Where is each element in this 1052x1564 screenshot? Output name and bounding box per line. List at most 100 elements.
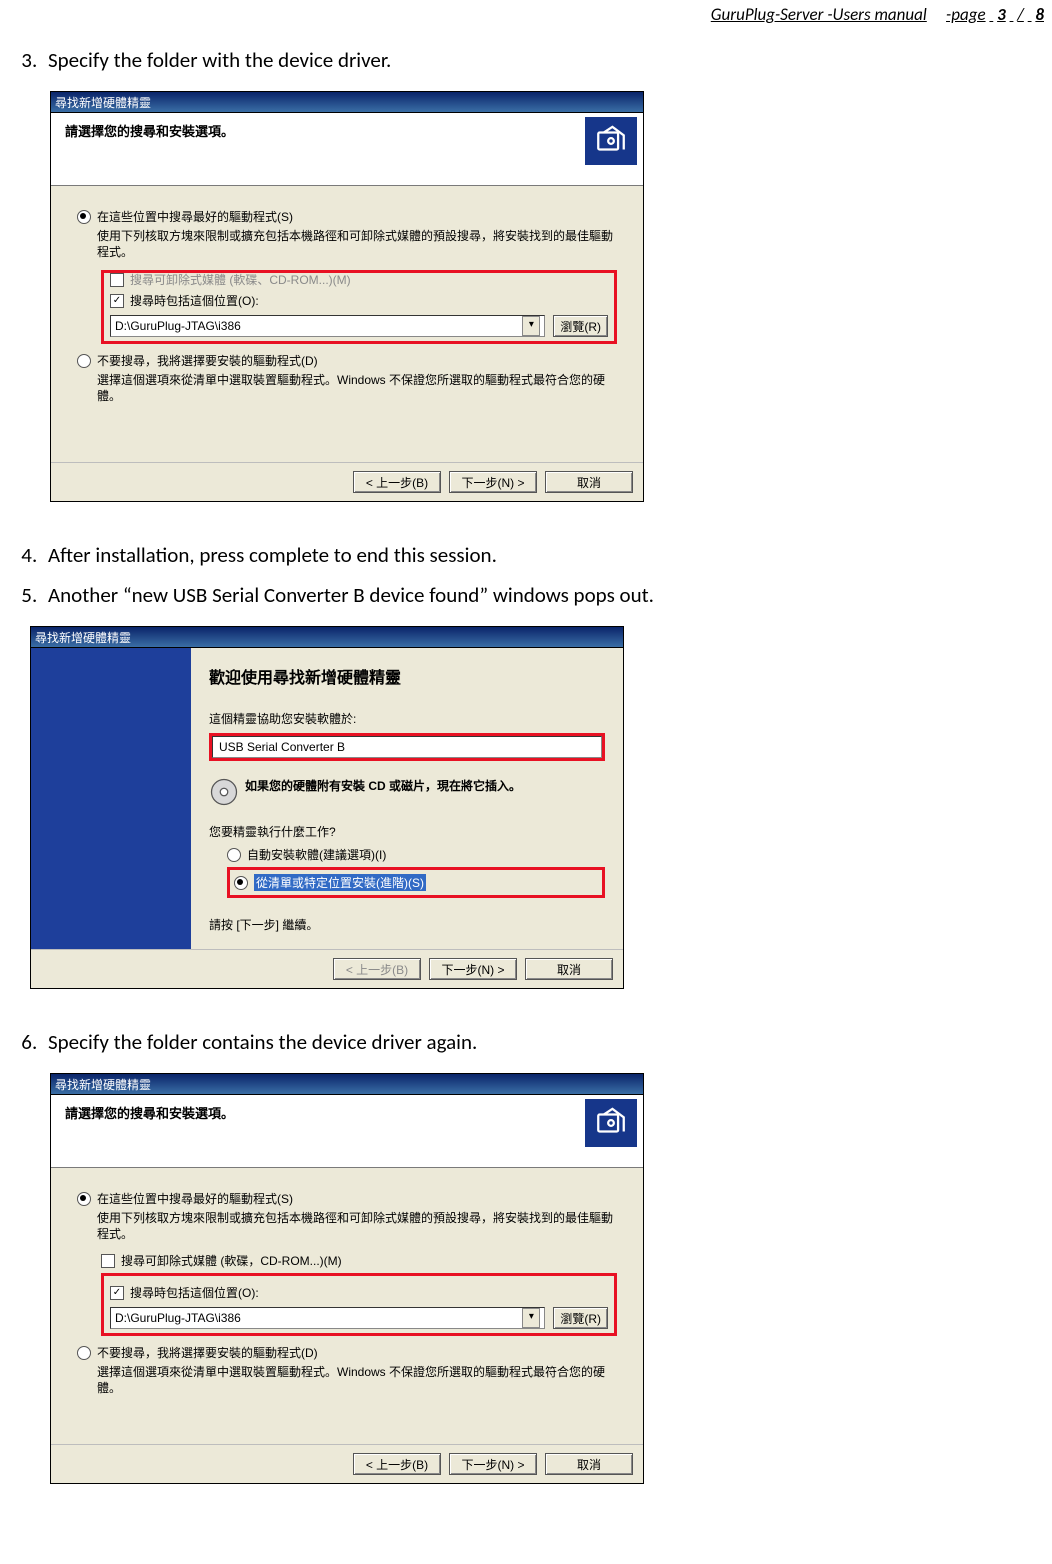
dialog-2-title: 尋找新增硬體精靈 [35,629,131,646]
path-input[interactable]: D:\GuruPlug-JTAG\i386 ▾ [110,315,545,337]
dropdown-icon[interactable]: ▾ [522,316,540,336]
highlight-box-advanced: 從清單或特定位置安裝(進階)(S) [227,867,605,898]
radio-search-label: 在這些位置中搜尋最好的驅動程式(S) [97,1190,293,1207]
radio-dont-search-label: 不要搜尋，我將選擇要安裝的驅動程式(D) [97,1344,318,1361]
page-label: -page [946,4,986,25]
radio-dont-search-label: 不要搜尋，我將選擇要安裝的驅動程式(D) [97,352,318,369]
radio-icon [234,876,248,890]
check-removable[interactable]: 搜尋可卸除式媒體 (軟碟、CD-ROM...)(M) [110,271,608,288]
path-row: D:\GuruPlug-JTAG\i386 ▾ 瀏覽(R) [110,315,608,337]
dialog-3-body: 在這些位置中搜尋最好的驅動程式(S) 使用下列核取方塊來限制或擴充包括本機路徑和… [51,1168,643,1444]
next-button[interactable]: 下一步(N) > [429,958,517,980]
question-text: 您要精靈執行什麼工作? [209,823,605,840]
check-include-location[interactable]: 搜尋時包括這個位置(O): [110,1284,608,1301]
check-removable-label: 搜尋可卸除式媒體 (軟碟，CD-ROM...)(M) [121,1252,342,1269]
cancel-button[interactable]: 取消 [545,471,633,493]
path-input[interactable]: D:\GuruPlug-JTAG\i386 ▾ [110,1307,545,1329]
checkbox-icon [110,294,124,308]
radio-advanced-label: 從清單或特定位置安裝(進階)(S) [254,874,426,891]
check-include-label: 搜尋時包括這個位置(O): [130,292,259,309]
back-button: < 上一步(B) [333,958,421,980]
cd-hint-text: 如果您的硬體附有安裝 CD 或磁片，現在將它插入。 [245,777,521,794]
step-3: Specify the folder with the device drive… [42,47,1050,73]
page-sep: / [1017,4,1024,25]
step-6: Specify the folder contains the device d… [42,1029,1050,1055]
radio-icon [77,1192,91,1206]
highlight-box-device: USB Serial Converter B [209,733,605,761]
dialog-1-wrap: 尋找新增硬體精靈 請選擇您的搜尋和安裝選項。 在這些位置中搜尋最好的驅動程式(S… [50,91,1050,502]
radio-icon [77,1346,91,1360]
document-page: GuruPlug-Server -Users manual -page 3 / … [0,0,1052,1564]
radio-search-label: 在這些位置中搜尋最好的驅動程式(S) [97,208,293,225]
radio-auto-label: 自動安裝軟體(建議選項)(I) [247,846,386,863]
radio-icon [227,848,241,862]
cd-icon [209,777,239,807]
back-button[interactable]: < 上一步(B) [353,471,441,493]
dialog-1-banner: 請選擇您的搜尋和安裝選項。 [51,113,643,186]
page-total: 8 [1035,4,1044,25]
dialog-2-buttons: < 上一步(B) 下一步(N) > 取消 [31,949,623,988]
step-5: Another “new USB Serial Converter B devi… [42,582,1050,608]
dialog-1-title: 尋找新增硬體精靈 [55,94,151,111]
device-name-field: USB Serial Converter B [212,736,602,758]
steps-list-2: After installation, press complete to en… [42,542,1050,608]
radio-dont-search-desc: 選擇這個選項來從清單中選取裝置驅動程式。Windows 不保證您所選取的驅動程式… [97,373,617,404]
radio-auto-install[interactable]: 自動安裝軟體(建議選項)(I) [227,846,605,863]
path-value: D:\GuruPlug-JTAG\i386 [115,319,241,333]
radio-icon [77,354,91,368]
dialog-1-body: 在這些位置中搜尋最好的驅動程式(S) 使用下列核取方塊來限制或擴充包括本機路徑和… [51,186,643,462]
page-current: 3 [997,4,1006,25]
wizard-side-graphic [31,648,191,949]
checkbox-icon [110,273,124,287]
help-line: 這個精靈協助您安裝軟體於: [209,710,605,727]
dialog-2: 尋找新增硬體精靈 歡迎使用尋找新增硬體精靈 這個精靈協助您安裝軟體於: USB … [30,626,624,989]
check-include-location[interactable]: 搜尋時包括這個位置(O): [110,292,608,309]
radio-search-locations[interactable]: 在這些位置中搜尋最好的驅動程式(S) [77,208,617,225]
dialog-2-titlebar[interactable]: 尋找新增硬體精靈 [31,627,623,648]
dialog-1: 尋找新增硬體精靈 請選擇您的搜尋和安裝選項。 在這些位置中搜尋最好的驅動程式(S… [50,91,644,502]
check-removable-label: 搜尋可卸除式媒體 (軟碟、CD-ROM...)(M) [130,271,351,288]
cd-hint-row: 如果您的硬體附有安裝 CD 或磁片，現在將它插入。 [209,777,605,807]
dialog-3: 尋找新增硬體精靈 請選擇您的搜尋和安裝選項。 在這些位置中搜尋最好的驅動程式(S… [50,1073,644,1484]
dialog-2-body: 歡迎使用尋找新增硬體精靈 這個精靈協助您安裝軟體於: USB Serial Co… [31,648,623,949]
radio-dont-search[interactable]: 不要搜尋，我將選擇要安裝的驅動程式(D) [77,352,617,369]
steps-list: Specify the folder with the device drive… [42,47,1050,73]
check-removable[interactable]: 搜尋可卸除式媒體 (軟碟，CD-ROM...)(M) [101,1252,617,1269]
dialog-1-banner-text: 請選擇您的搜尋和安裝選項。 [65,121,629,140]
radio-search-desc: 使用下列核取方塊來限制或擴充包括本機路徑和可卸除式媒體的預設搜尋，將安裝找到的最… [97,229,617,260]
browse-button[interactable]: 瀏覽(R) [553,315,608,337]
checkbox-icon [110,1286,124,1300]
radio-icon [77,210,91,224]
radio-search-locations[interactable]: 在這些位置中搜尋最好的驅動程式(S) [77,1190,617,1207]
highlight-box-1: 搜尋可卸除式媒體 (軟碟、CD-ROM...)(M) 搜尋時包括這個位置(O):… [101,270,617,344]
dialog-2-wrap: 尋找新增硬體精靈 歡迎使用尋找新增硬體精靈 這個精靈協助您安裝軟體於: USB … [30,626,1050,989]
radio-advanced-install[interactable]: 從清單或特定位置安裝(進階)(S) [234,874,598,891]
dialog-1-titlebar[interactable]: 尋找新增硬體精靈 [51,92,643,113]
wizard-icon [585,1099,637,1147]
dialog-3-banner-text: 請選擇您的搜尋和安裝選項。 [65,1103,629,1122]
dialog-3-titlebar[interactable]: 尋找新增硬體精靈 [51,1074,643,1095]
wizard-icon [585,117,637,165]
press-next-text: 請按 [下一步] 繼續。 [209,916,605,933]
next-button[interactable]: 下一步(N) > [449,471,537,493]
check-include-label: 搜尋時包括這個位置(O): [130,1284,259,1301]
dialog-3-banner: 請選擇您的搜尋和安裝選項。 [51,1095,643,1168]
dialog-3-wrap: 尋找新增硬體精靈 請選擇您的搜尋和安裝選項。 在這些位置中搜尋最好的驅動程式(S… [50,1073,1050,1484]
checkbox-icon [101,1254,115,1268]
dropdown-icon[interactable]: ▾ [522,1308,540,1328]
welcome-title: 歡迎使用尋找新增硬體精靈 [209,664,605,688]
step-4: After installation, press complete to en… [42,542,1050,568]
radio-dont-search[interactable]: 不要搜尋，我將選擇要安裝的驅動程式(D) [77,1344,617,1361]
path-row: D:\GuruPlug-JTAG\i386 ▾ 瀏覽(R) [110,1307,608,1329]
page-header: GuruPlug-Server -Users manual -page 3 / … [2,4,1050,25]
dialog-3-title: 尋找新增硬體精靈 [55,1076,151,1093]
dialog-2-content: 歡迎使用尋找新增硬體精靈 這個精靈協助您安裝軟體於: USB Serial Co… [191,648,623,949]
dialog-3-buttons: < 上一步(B) 下一步(N) > 取消 [51,1444,643,1483]
highlight-box-3: 搜尋時包括這個位置(O): D:\GuruPlug-JTAG\i386 ▾ 瀏覽… [101,1273,617,1336]
doc-title: GuruPlug-Server -Users manual [711,4,927,25]
steps-list-3: Specify the folder contains the device d… [42,1029,1050,1055]
browse-button[interactable]: 瀏覽(R) [553,1307,608,1329]
radio-search-desc: 使用下列核取方塊來限制或擴充包括本機路徑和可卸除式媒體的預設搜尋，將安裝找到的最… [97,1211,617,1242]
path-value: D:\GuruPlug-JTAG\i386 [115,1311,241,1325]
cancel-button[interactable]: 取消 [525,958,613,980]
